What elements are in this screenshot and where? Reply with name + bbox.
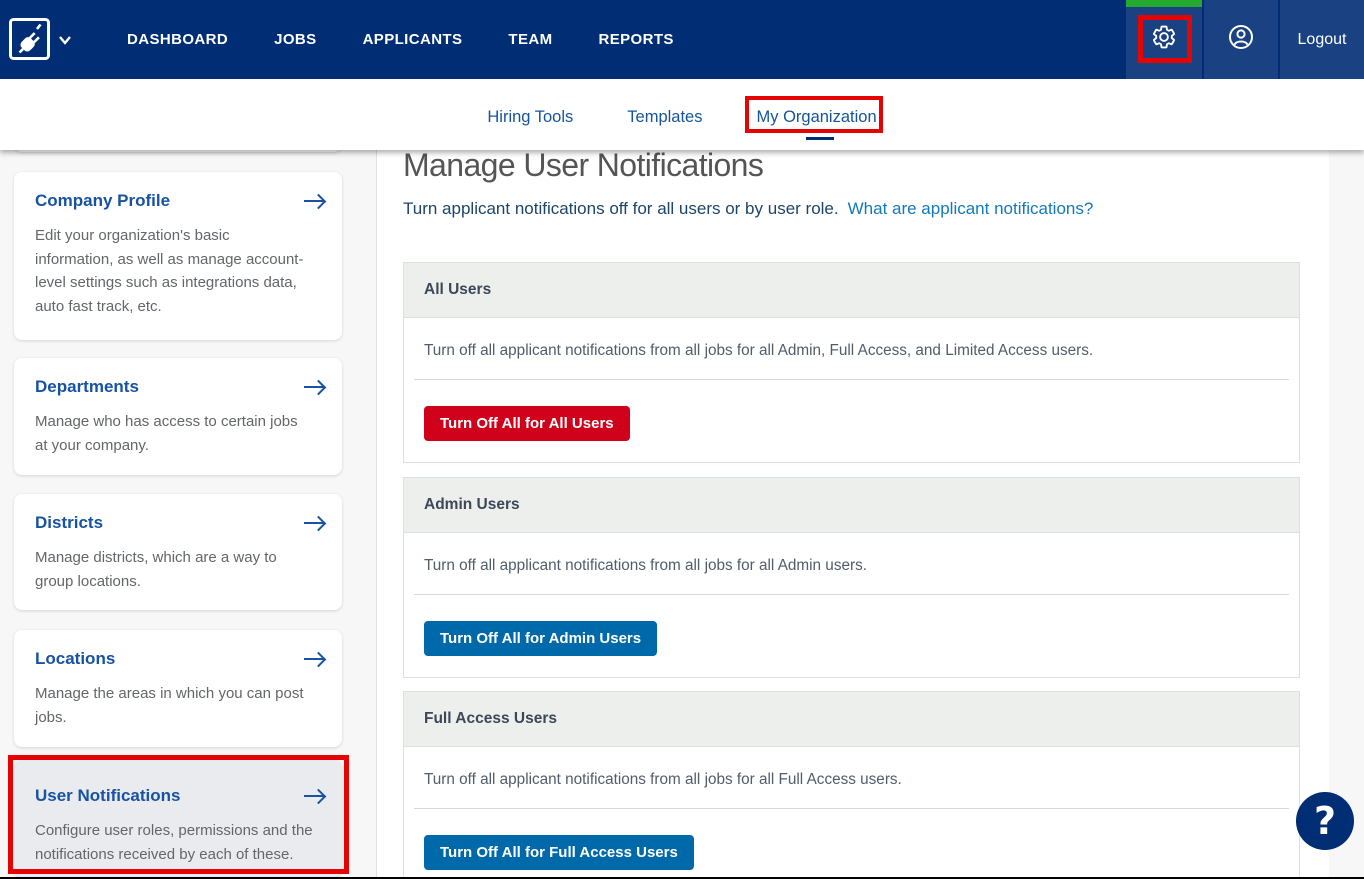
tab-templates[interactable]: Templates [627,108,702,127]
active-tab-underline [806,137,834,140]
arrow-right-icon[interactable]: → [304,515,326,531]
card-title: Company Profile [35,191,170,211]
annotation-box-user-notifications [8,755,349,874]
help-label: ? [1314,799,1336,843]
sidebar-card-company-profile[interactable]: Company Profile → Edit your organization… [14,172,342,340]
settings-subnav: Hiring Tools Templates My Organization [0,79,1364,150]
logout-button[interactable]: Logout [1280,0,1364,79]
nav-team[interactable]: TEAM [508,31,552,48]
active-section-indicator [1126,0,1202,7]
divider [414,808,1289,809]
panel-desc: Turn off all applicant notifications fro… [424,769,1279,791]
panel-title: Admin Users [424,496,520,514]
applicant-notifications-link[interactable]: What are applicant notifications? [848,199,1094,218]
card-desc: Manage the areas in which you can post j… [35,682,309,729]
card-title: Districts [35,513,103,533]
arrow-right-icon[interactable]: → [304,379,326,395]
panel-full-access-users: Full Access Users Turn off all applicant… [403,691,1300,879]
nav-reports[interactable]: REPORTS [599,31,674,48]
right-scroll-gutter[interactable] [1329,150,1364,879]
panel-title: All Users [424,281,491,299]
annotation-box-gear [1138,15,1192,63]
arrow-right-icon[interactable]: → [304,651,326,667]
panel-title: Full Access Users [424,710,557,728]
turn-off-admin-users-button[interactable]: Turn Off All for Admin Users [424,621,657,656]
main-menu: DASHBOARD JOBS APPLICANTS TEAM REPORTS [127,0,720,79]
sidebar-card-districts[interactable]: Districts → Manage districts, which are … [14,494,342,610]
card-desc: Manage districts, which are a way to gro… [35,546,309,593]
tab-hiring-tools[interactable]: Hiring Tools [487,108,573,127]
turn-off-full-access-users-button[interactable]: Turn Off All for Full Access Users [424,835,694,870]
arrow-right-icon[interactable]: → [304,193,326,209]
sidebar-card-departments[interactable]: Departments → Manage who has access to c… [14,358,342,475]
main-content: Manage User Notifications Turn applicant… [377,150,1329,879]
card-desc: Manage who has access to certain jobs at… [35,410,309,457]
panel-admin-users: Admin Users Turn off all applicant notif… [403,477,1300,678]
divider [414,594,1289,595]
panel-desc: Turn off all applicant notifications fro… [424,555,1279,577]
card-title: Departments [35,377,139,397]
annotation-box-my-organization [745,96,883,133]
applicantpro-logo-icon[interactable] [9,18,50,60]
panel-desc: Turn off all applicant notifications fro… [424,340,1279,362]
divider [414,379,1289,380]
account-section[interactable] [1204,0,1278,79]
card-title: Locations [35,649,115,669]
page-title: Manage User Notifications [403,147,763,184]
nav-dashboard[interactable]: DASHBOARD [127,31,228,48]
panel-all-users: All Users Turn off all applicant notific… [403,262,1300,463]
person-icon[interactable] [1226,22,1256,57]
nav-applicants[interactable]: APPLICANTS [363,31,463,48]
chevron-down-icon[interactable] [57,33,73,45]
help-button[interactable]: ? [1296,792,1354,850]
page-subtitle: Turn applicant notifications off for all… [403,199,839,218]
nav-jobs[interactable]: JOBS [274,31,316,48]
sidebar-card-locations[interactable]: Locations → Manage the areas in which yo… [14,630,342,747]
turn-off-all-users-button[interactable]: Turn Off All for All Users [424,406,630,441]
logout-label: Logout [1298,31,1347,49]
card-desc: Edit your organization's basic informati… [35,224,309,318]
